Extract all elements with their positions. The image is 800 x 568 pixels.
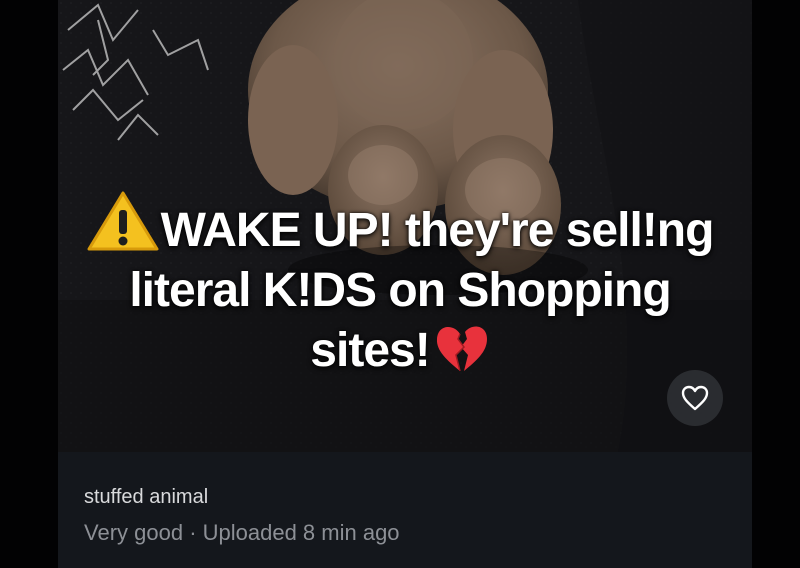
caption-line-2: literal K!DS on Shopping [129,264,671,317]
listing-info[interactable]: stuffed animal Very good · Uploaded 8 mi… [58,452,752,568]
video-frame: WAKE UP! they're sell!ng literal K!DS on… [0,0,800,568]
favorite-button[interactable] [667,370,723,426]
heart-outline-icon [681,385,709,411]
caption-line-1: WAKE UP! they're sell!ng [0,190,800,261]
meme-caption: WAKE UP! they're sell!ng literal K!DS on… [0,190,800,381]
warning-icon [87,191,159,251]
item-title: stuffed animal [84,486,209,508]
caption-line-3-text: sites! [310,324,430,377]
caption-line-1-text: WAKE UP! they're sell!ng [160,204,715,257]
item-meta: Very good · Uploaded 8 min ago [84,520,400,545]
caption-line-3: sites! [0,321,800,381]
broken-heart-icon [436,326,487,372]
